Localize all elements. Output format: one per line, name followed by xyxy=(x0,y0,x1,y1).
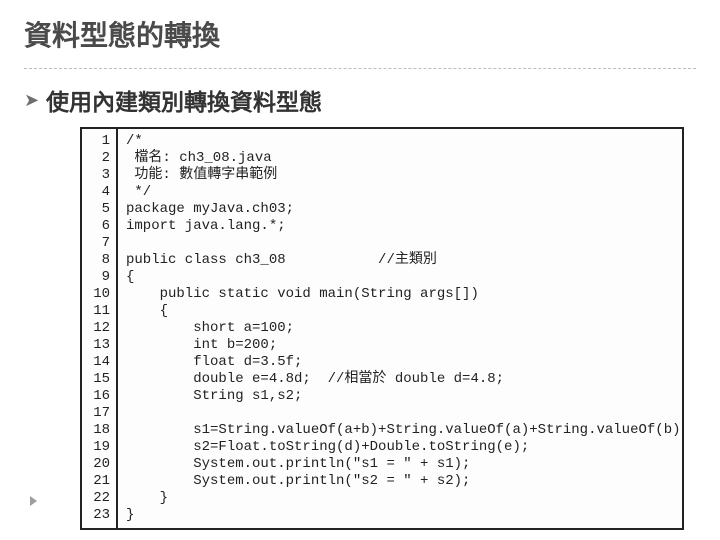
corner-arrow-icon xyxy=(30,496,37,506)
code-line: short a=100; xyxy=(126,320,676,337)
subtitle: 使用內建類別轉換資料型態 xyxy=(46,83,322,117)
code-gutter: 1234567891011121314151617181920212223 xyxy=(82,129,118,528)
code-line: } xyxy=(126,507,676,524)
line-number: 17 xyxy=(82,405,110,422)
code-body: /* 檔名: ch3_08.java 功能: 數值轉字串範例 */package… xyxy=(118,129,682,528)
line-number: 22 xyxy=(82,490,110,507)
code-line: 檔名: ch3_08.java xyxy=(126,150,676,167)
code-line: String s1,s2; xyxy=(126,388,676,405)
line-number: 19 xyxy=(82,439,110,456)
line-number: 10 xyxy=(82,286,110,303)
code-line: package myJava.ch03; xyxy=(126,201,676,218)
line-number: 20 xyxy=(82,456,110,473)
code-line: 功能: 數值轉字串範例 xyxy=(126,167,676,184)
line-number: 15 xyxy=(82,371,110,388)
slide: 資料型態的轉換 ➤ 使用內建類別轉換資料型態 12345678910111213… xyxy=(0,0,720,540)
code-line: System.out.println("s1 = " + s1); xyxy=(126,456,676,473)
slide-title: 資料型態的轉換 xyxy=(24,14,696,54)
line-number: 23 xyxy=(82,507,110,524)
code-line: System.out.println("s2 = " + s2); xyxy=(126,473,676,490)
code-line: { xyxy=(126,269,676,286)
line-number: 7 xyxy=(82,235,110,252)
line-number: 11 xyxy=(82,303,110,320)
line-number: 8 xyxy=(82,252,110,269)
line-number: 9 xyxy=(82,269,110,286)
code-line: float d=3.5f; xyxy=(126,354,676,371)
code-line: import java.lang.*; xyxy=(126,218,676,235)
code-line: s1=String.valueOf(a+b)+String.valueOf(a)… xyxy=(126,422,676,439)
code-line: s2=Float.toString(d)+Double.toString(e); xyxy=(126,439,676,456)
code-line: double e=4.8d; //相當於 double d=4.8; xyxy=(126,371,676,388)
line-number: 21 xyxy=(82,473,110,490)
code-line: /* xyxy=(126,133,676,150)
line-number: 16 xyxy=(82,388,110,405)
subtitle-row: ➤ 使用內建類別轉換資料型態 xyxy=(24,83,696,117)
bullet-icon: ➤ xyxy=(24,91,38,109)
line-number: 1 xyxy=(82,133,110,150)
code-line: public static void main(String args[]) xyxy=(126,286,676,303)
line-number: 3 xyxy=(82,167,110,184)
divider xyxy=(24,68,696,69)
line-number: 6 xyxy=(82,218,110,235)
line-number: 14 xyxy=(82,354,110,371)
code-line xyxy=(126,405,676,422)
line-number: 2 xyxy=(82,150,110,167)
code-line: int b=200; xyxy=(126,337,676,354)
code-box: 1234567891011121314151617181920212223 /*… xyxy=(80,127,684,530)
code-line: public class ch3_08 //主類別 xyxy=(126,252,676,269)
line-number: 13 xyxy=(82,337,110,354)
code-line: { xyxy=(126,303,676,320)
line-number: 4 xyxy=(82,184,110,201)
line-number: 5 xyxy=(82,201,110,218)
line-number: 12 xyxy=(82,320,110,337)
code-line xyxy=(126,235,676,252)
code-line: } xyxy=(126,490,676,507)
line-number: 18 xyxy=(82,422,110,439)
code-line: */ xyxy=(126,184,676,201)
